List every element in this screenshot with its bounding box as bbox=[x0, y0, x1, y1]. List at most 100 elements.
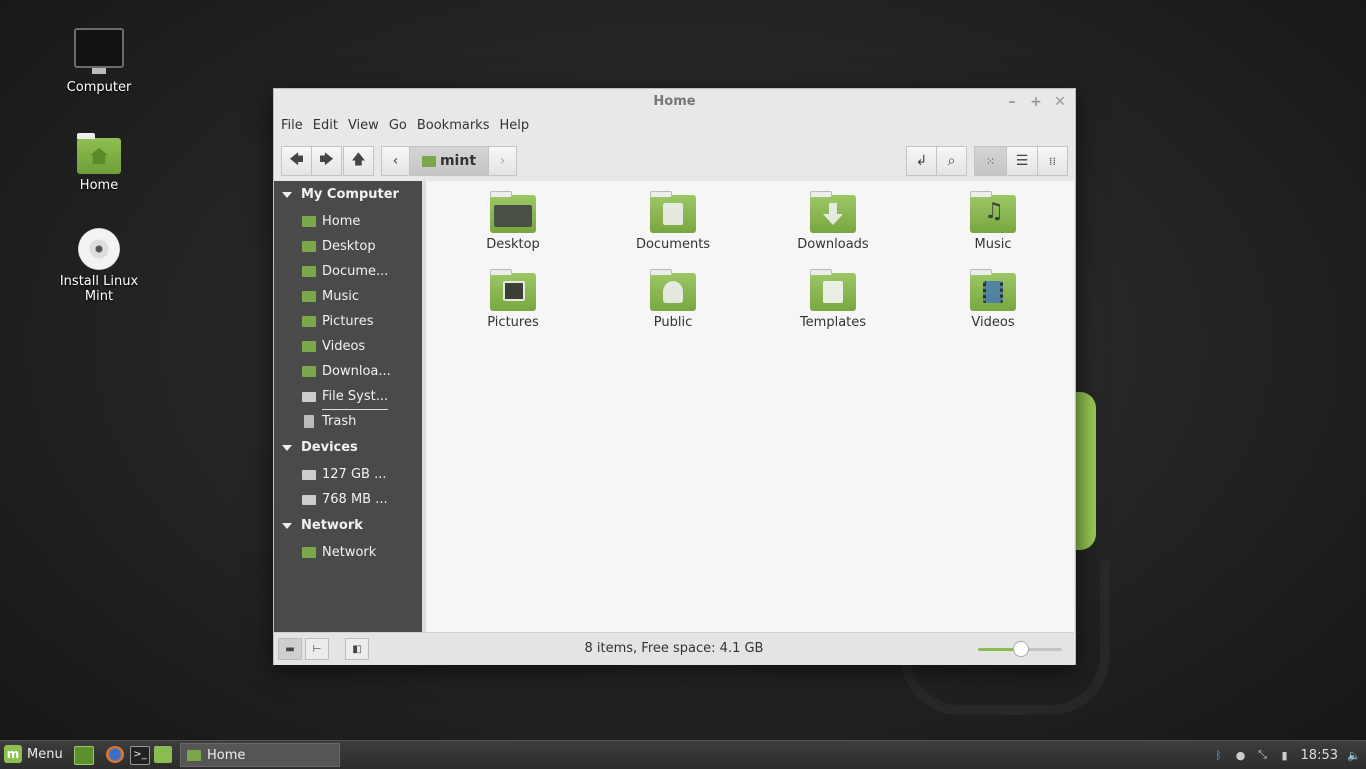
zoom-slider[interactable] bbox=[978, 641, 1062, 657]
file-item-videos[interactable]: Videos bbox=[928, 269, 1058, 330]
arrow-up-icon: 🡅 bbox=[351, 152, 366, 168]
documents-folder-icon bbox=[650, 191, 696, 233]
maximize-button[interactable]: + bbox=[1029, 89, 1043, 115]
music-folder-icon bbox=[302, 291, 316, 302]
location-toggle-button[interactable]: ↲ bbox=[906, 146, 937, 176]
menu-bookmarks[interactable]: Bookmarks bbox=[412, 115, 495, 137]
title-bar[interactable]: Home – + ✕ bbox=[274, 89, 1075, 115]
places-sidebar: My Computer Home Desktop Docume... Music… bbox=[274, 181, 422, 632]
section-title: My Computer bbox=[301, 187, 399, 202]
menu-help[interactable]: Help bbox=[494, 115, 534, 137]
sidebar-item-home[interactable]: Home bbox=[274, 209, 422, 234]
sidebar-item-label: File Syst... bbox=[322, 384, 389, 410]
minimize-button[interactable]: – bbox=[1005, 89, 1019, 115]
sidebar-section-my-computer[interactable]: My Computer bbox=[274, 181, 422, 209]
firefox-launcher[interactable] bbox=[106, 746, 124, 763]
file-item-pictures[interactable]: Pictures bbox=[448, 269, 578, 330]
bluetooth-icon[interactable]: ᛒ bbox=[1213, 748, 1225, 762]
clock[interactable]: 18:53 bbox=[1301, 748, 1338, 763]
path-label: mint bbox=[439, 153, 477, 169]
path-next-button[interactable]: › bbox=[488, 146, 517, 176]
file-item-public[interactable]: Public bbox=[608, 269, 738, 330]
desktop-icon-label: Install Linux Mint bbox=[59, 274, 139, 304]
volume-icon[interactable]: 🔈 bbox=[1347, 748, 1361, 762]
menu-edit[interactable]: Edit bbox=[308, 115, 343, 137]
grid-icon: ⁙ bbox=[985, 154, 996, 168]
taskbar-window-home[interactable]: Home bbox=[180, 743, 340, 767]
file-item-music[interactable]: ♫ Music bbox=[928, 191, 1058, 252]
videos-folder-icon bbox=[970, 269, 1016, 311]
path-button-mint[interactable]: mint bbox=[409, 146, 489, 176]
sidebar-item-label: Trash bbox=[322, 414, 357, 429]
window-title: Home bbox=[653, 94, 696, 109]
arrow-right-icon: 🡆 bbox=[319, 152, 334, 168]
sidebar-item-device-768mb[interactable]: 768 MB ... bbox=[274, 487, 422, 512]
file-view: Desktop Documents Downloads ♫ Music Pict… bbox=[426, 181, 1074, 632]
sidebar-item-network[interactable]: Network bbox=[274, 540, 422, 565]
sidebar-item-device-127gb[interactable]: 127 GB ... bbox=[274, 462, 422, 487]
close-button[interactable]: ✕ bbox=[1053, 89, 1067, 115]
sidebar-item-file-system[interactable]: File Syst... bbox=[274, 384, 422, 410]
sidebar-item-label: Network bbox=[322, 545, 377, 560]
computer-icon bbox=[74, 28, 124, 74]
desktop-icon-home[interactable]: Home bbox=[44, 133, 154, 193]
file-item-templates[interactable]: Templates bbox=[768, 269, 898, 330]
taskbar-window-label: Home bbox=[207, 747, 246, 763]
sidebar-item-label: Downloa... bbox=[322, 364, 391, 379]
expander-icon bbox=[282, 444, 292, 451]
menu-view[interactable]: View bbox=[343, 115, 384, 137]
file-name: Videos bbox=[971, 315, 1015, 330]
menu-file[interactable]: File bbox=[276, 115, 308, 137]
desktop-icon-install-linux-mint[interactable]: Install Linux Mint bbox=[44, 228, 154, 304]
sidebar-item-downloads[interactable]: Downloa... bbox=[274, 359, 422, 384]
chevron-left-icon: ‹ bbox=[392, 153, 399, 169]
forward-button[interactable]: 🡆 bbox=[311, 146, 342, 176]
desktop-icon-label: Computer bbox=[66, 80, 132, 95]
zoom-slider-knob[interactable] bbox=[1013, 641, 1029, 657]
mint-logo-icon: m bbox=[4, 745, 22, 763]
search-button[interactable]: ⌕ bbox=[936, 146, 967, 176]
show-desktop-launcher[interactable] bbox=[74, 746, 94, 765]
sidebar-item-label: Videos bbox=[322, 339, 366, 354]
sidebar-item-videos[interactable]: Videos bbox=[274, 334, 422, 359]
back-button[interactable]: 🡄 bbox=[281, 146, 312, 176]
sidebar-item-desktop[interactable]: Desktop bbox=[274, 234, 422, 259]
file-item-desktop[interactable]: Desktop bbox=[448, 191, 578, 252]
sidebar-item-music[interactable]: Music bbox=[274, 284, 422, 309]
sidebar-item-pictures[interactable]: Pictures bbox=[274, 309, 422, 334]
taskbar: m Menu >_ Home ᛒ ● ⤡ ▮ 18:53 🔈 bbox=[0, 740, 1366, 769]
up-button[interactable]: 🡅 bbox=[343, 146, 374, 176]
path-prev-button[interactable]: ‹ bbox=[381, 146, 410, 176]
list-view-button[interactable]: ☰ bbox=[1006, 146, 1038, 176]
music-folder-icon: ♫ bbox=[970, 191, 1016, 233]
file-item-documents[interactable]: Documents bbox=[608, 191, 738, 252]
arrow-left-icon: 🡄 bbox=[289, 152, 304, 168]
compact-view-button[interactable]: ⁞⁞ bbox=[1037, 146, 1068, 176]
expander-icon bbox=[282, 191, 292, 198]
files-launcher[interactable] bbox=[154, 746, 172, 763]
sidebar-section-devices[interactable]: Devices bbox=[274, 434, 422, 462]
icon-view-button[interactable]: ⁙ bbox=[974, 146, 1007, 176]
status-bar: ▬ ⊢ ◧ 8 items, Free space: 4.1 GB bbox=[274, 632, 1074, 665]
network-icon[interactable]: ⤡ bbox=[1257, 748, 1269, 762]
section-title: Network bbox=[301, 518, 363, 533]
desktop-icon-computer[interactable]: Computer bbox=[44, 28, 154, 95]
expander-icon bbox=[282, 522, 292, 529]
sidebar-item-label: Music bbox=[322, 289, 359, 304]
videos-folder-icon bbox=[302, 341, 316, 352]
sidebar-item-label: 768 MB ... bbox=[322, 492, 388, 507]
menu-button[interactable]: m Menu bbox=[4, 745, 63, 763]
sidebar-item-trash[interactable]: Trash bbox=[274, 409, 422, 434]
downloads-folder-icon bbox=[810, 191, 856, 233]
section-title: Devices bbox=[301, 440, 358, 455]
terminal-launcher[interactable]: >_ bbox=[130, 746, 150, 765]
sidebar-item-documents[interactable]: Docume... bbox=[274, 259, 422, 284]
chevron-right-icon: › bbox=[499, 153, 506, 169]
sidebar-item-label: Docume... bbox=[322, 264, 389, 279]
menu-go[interactable]: Go bbox=[384, 115, 412, 137]
battery-icon[interactable]: ▮ bbox=[1279, 748, 1291, 762]
sidebar-section-network[interactable]: Network bbox=[274, 512, 422, 540]
file-item-downloads[interactable]: Downloads bbox=[768, 191, 898, 252]
user-icon[interactable]: ● bbox=[1235, 748, 1247, 762]
location-icon: ↲ bbox=[915, 153, 928, 169]
